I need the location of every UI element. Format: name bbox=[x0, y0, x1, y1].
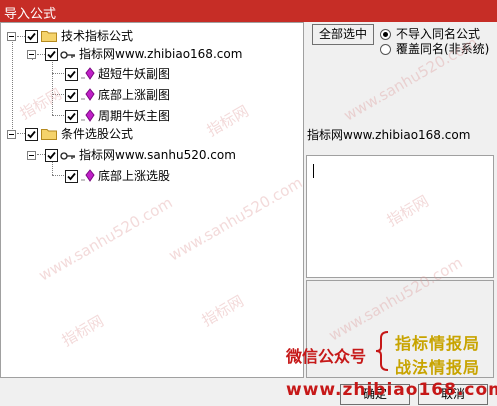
formula-icon bbox=[81, 109, 95, 122]
radio-overwrite-duplicates[interactable] bbox=[380, 44, 391, 55]
item-checkbox[interactable] bbox=[65, 68, 78, 81]
promo-line-1: 指标情报局 bbox=[395, 334, 481, 353]
formula-icon bbox=[81, 88, 95, 101]
source-label: 指标网www.sanhu520.com bbox=[79, 148, 236, 162]
select-all-button[interactable]: 全部选中 bbox=[312, 24, 374, 45]
item-label: 超短牛妖副图 bbox=[98, 67, 171, 81]
collapse-icon[interactable] bbox=[27, 50, 36, 59]
item-checkbox[interactable] bbox=[65, 89, 78, 102]
collapse-icon[interactable] bbox=[7, 32, 16, 41]
radio-skip-duplicates[interactable] bbox=[380, 29, 391, 40]
source-label: 指标网www.zhibiao168.com bbox=[79, 47, 243, 61]
source-info-label: 指标网www.zhibiao168.com bbox=[307, 128, 471, 142]
text-caret bbox=[313, 164, 314, 178]
tree-source-sanhu520[interactable]: 指标网www.sanhu520.com bbox=[1, 146, 261, 164]
formula-icon bbox=[81, 169, 95, 182]
tree-group-stock-screening[interactable]: 条件选股公式 bbox=[1, 125, 201, 143]
formula-icon bbox=[81, 67, 95, 80]
group-checkbox[interactable] bbox=[25, 30, 38, 43]
folder-icon bbox=[41, 31, 57, 42]
group-label: 条件选股公式 bbox=[61, 127, 134, 141]
tree-group-tech-indicators[interactable]: 技术指标公式 bbox=[1, 27, 201, 45]
tree-item[interactable]: 底部上涨选股 bbox=[1, 167, 201, 185]
folder-icon bbox=[41, 129, 57, 140]
collapse-icon[interactable] bbox=[7, 130, 16, 139]
title-bar: 导入公式 bbox=[0, 0, 497, 22]
promo-wechat-label: 微信公众号 bbox=[286, 347, 367, 366]
group-label: 技术指标公式 bbox=[61, 29, 134, 43]
window-title: 导入公式 bbox=[4, 7, 57, 22]
key-icon bbox=[60, 152, 75, 160]
item-checkbox[interactable] bbox=[65, 110, 78, 123]
tree-item[interactable]: 超短牛妖副图 bbox=[1, 65, 201, 83]
item-label: 底部上涨副图 bbox=[98, 88, 171, 102]
promo-url: www.zhibiao168.com bbox=[286, 380, 497, 400]
source-checkbox[interactable] bbox=[45, 48, 58, 61]
collapse-icon[interactable] bbox=[27, 151, 36, 160]
promo-line-2: 战法情报局 bbox=[395, 358, 481, 377]
key-icon bbox=[60, 51, 75, 59]
item-label: 底部上涨选股 bbox=[98, 169, 171, 183]
item-label: 周期牛妖主图 bbox=[98, 109, 171, 123]
tree-source-zhibiao168[interactable]: 指标网www.zhibiao168.com bbox=[1, 45, 261, 63]
brace-icon bbox=[375, 331, 389, 371]
item-checkbox[interactable] bbox=[65, 170, 78, 183]
source-checkbox[interactable] bbox=[45, 149, 58, 162]
group-checkbox[interactable] bbox=[25, 128, 38, 141]
